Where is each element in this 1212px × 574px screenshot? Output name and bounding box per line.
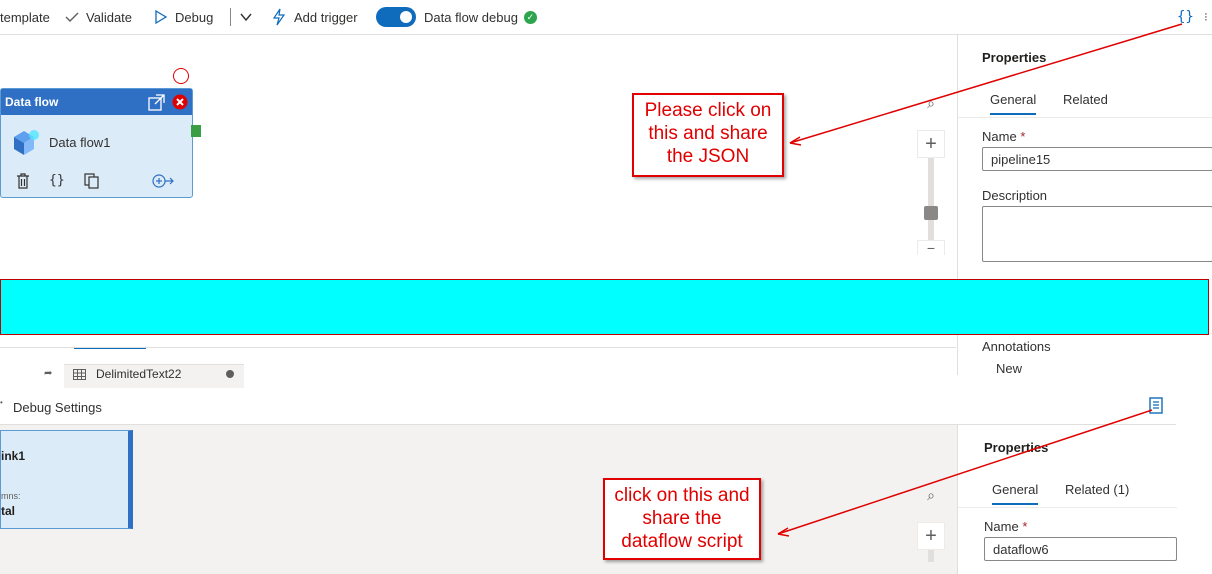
arrow-bottom [777,409,1153,535]
callout-share-json: Please click on this and share the JSON [632,93,784,177]
arrow-top [789,23,1183,144]
callout-share-dataflow-script: click on this and share the dataflow scr… [603,478,761,560]
